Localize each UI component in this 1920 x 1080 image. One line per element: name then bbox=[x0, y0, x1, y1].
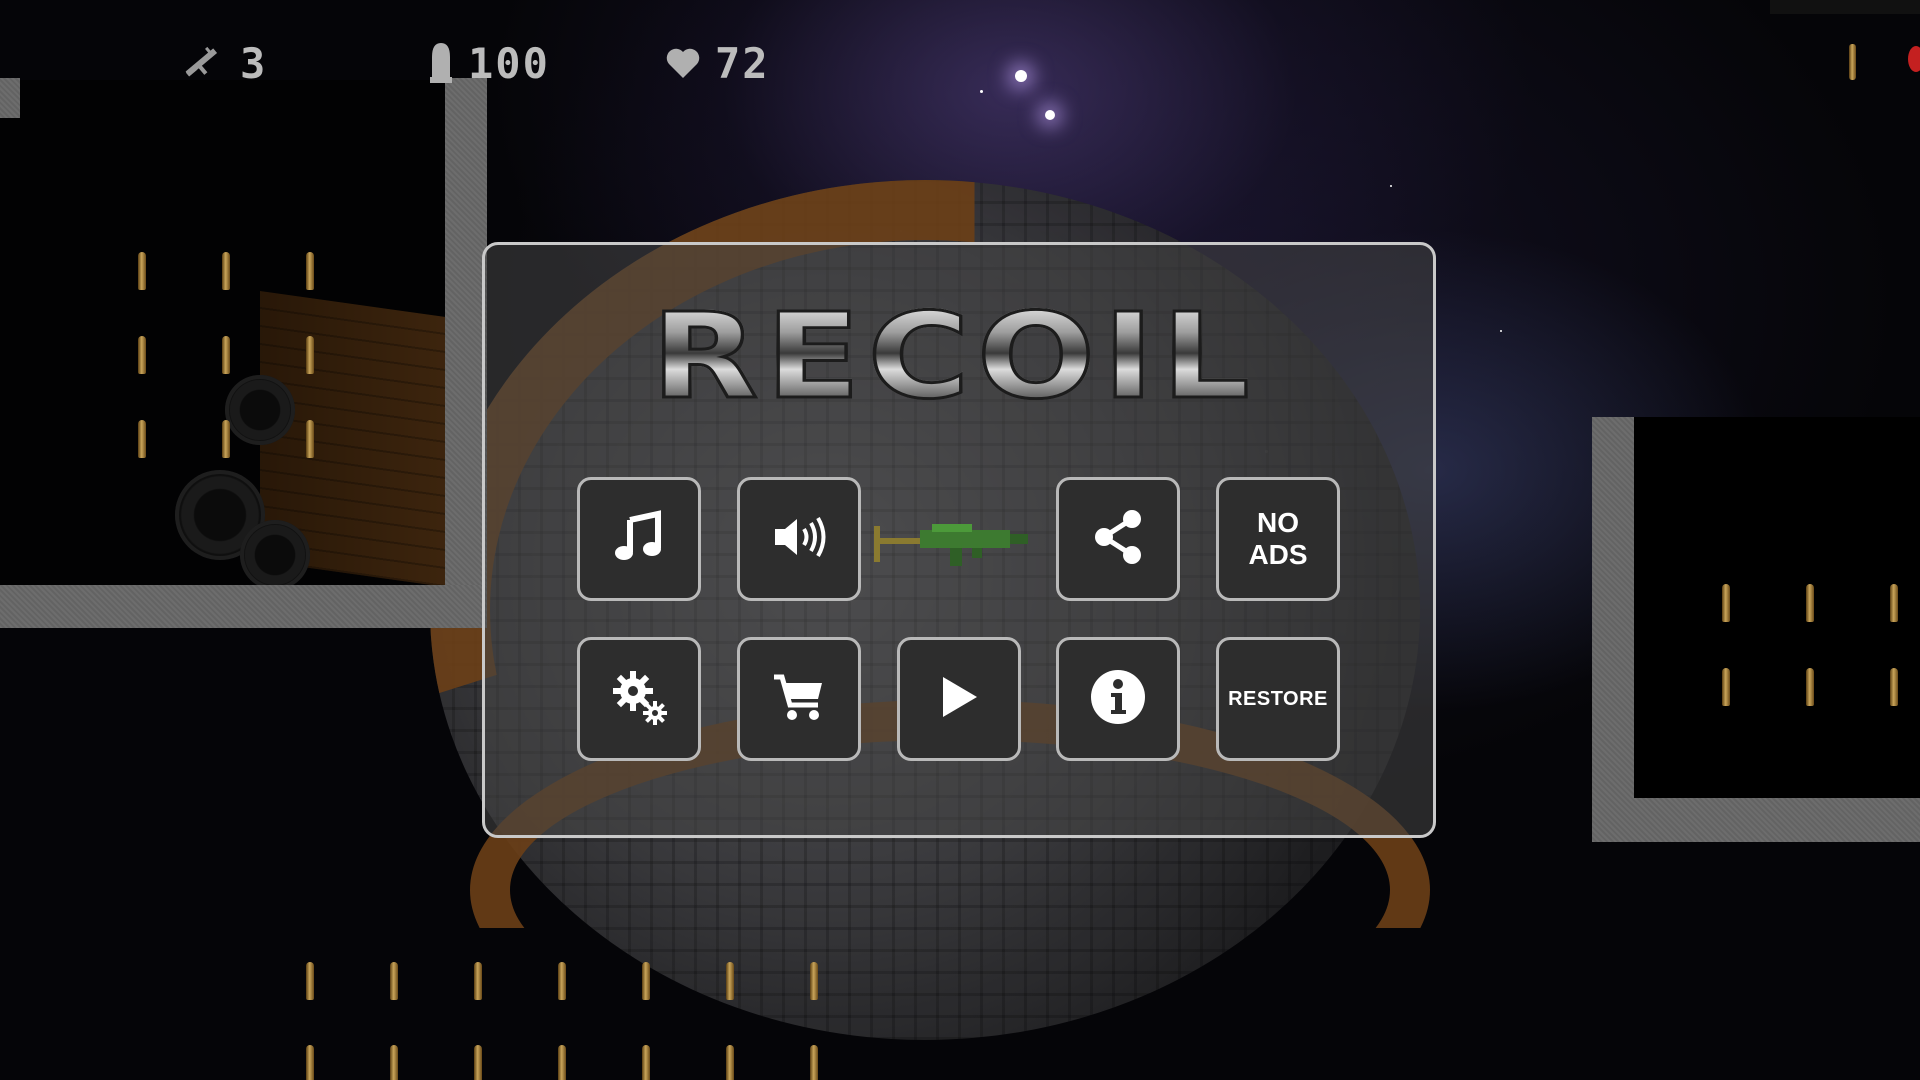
star bbox=[1500, 330, 1502, 332]
bullet-pickup bbox=[1890, 584, 1898, 622]
music-toggle-button[interactable] bbox=[577, 477, 701, 601]
wall-vertical-right bbox=[1592, 417, 1634, 842]
bullet-pickup bbox=[390, 962, 398, 1000]
bullet-pickup bbox=[222, 336, 230, 374]
bullet-pickup bbox=[1722, 668, 1730, 706]
wall-vertical-left bbox=[445, 78, 487, 628]
gears-icon bbox=[609, 667, 669, 731]
bullet-pickup bbox=[1806, 584, 1814, 622]
wall-top-right-stub bbox=[1770, 0, 1920, 14]
no-ads-button[interactable]: NO ADS bbox=[1216, 477, 1340, 601]
heart-icon bbox=[665, 46, 701, 80]
info-button[interactable] bbox=[1056, 637, 1180, 761]
bullet-pickup bbox=[642, 962, 650, 1000]
bullet-pickup bbox=[1849, 44, 1856, 80]
bullet-pickup bbox=[306, 962, 314, 1000]
wall-ledge-right bbox=[1592, 798, 1920, 842]
settings-button[interactable] bbox=[577, 637, 701, 761]
sound-toggle-button[interactable] bbox=[737, 477, 861, 601]
bullet-pickup bbox=[726, 962, 734, 1000]
bullet-pickup bbox=[306, 336, 314, 374]
star bbox=[1390, 185, 1392, 187]
cart-icon bbox=[772, 671, 826, 727]
bullet-pickup bbox=[558, 1045, 566, 1080]
bullet-pickup bbox=[390, 1045, 398, 1080]
enemy-marker bbox=[1908, 46, 1920, 72]
star bbox=[1015, 70, 1027, 82]
speaker-icon bbox=[771, 513, 827, 565]
ammo-count: 100 bbox=[468, 38, 550, 88]
bullet-pickup bbox=[138, 420, 146, 458]
hud-ammo: 100 bbox=[428, 38, 550, 88]
star bbox=[980, 90, 983, 93]
no-ads-line1: NO bbox=[1257, 507, 1299, 538]
play-icon bbox=[937, 673, 981, 725]
bullet-pickup bbox=[810, 962, 818, 1000]
bullet-pickup bbox=[474, 1045, 482, 1080]
music-note-icon bbox=[612, 510, 666, 568]
shop-button[interactable] bbox=[737, 637, 861, 761]
info-icon bbox=[1089, 668, 1147, 730]
health-count: 72 bbox=[715, 38, 770, 88]
bullet-pickup bbox=[810, 1045, 818, 1080]
share-icon bbox=[1092, 509, 1144, 569]
bullet-pickup bbox=[222, 252, 230, 290]
restore-label: RESTORE bbox=[1228, 687, 1328, 710]
hud-weapons: 3 bbox=[178, 38, 267, 88]
play-button[interactable] bbox=[897, 637, 1021, 761]
no-ads-label: NO ADS bbox=[1238, 507, 1318, 571]
bullet-pickup bbox=[558, 962, 566, 1000]
weapons-count: 3 bbox=[240, 38, 268, 88]
restore-purchases-button[interactable]: RESTORE bbox=[1216, 637, 1340, 761]
bullet-pickup bbox=[306, 1045, 314, 1080]
bullet-pickup bbox=[1722, 584, 1730, 622]
rifle-icon bbox=[178, 39, 226, 87]
bullet-pickup bbox=[306, 420, 314, 458]
share-button[interactable] bbox=[1056, 477, 1180, 601]
no-ads-line2: ADS bbox=[1248, 539, 1308, 570]
hud-health: 72 bbox=[665, 38, 770, 88]
bullet-pickup bbox=[474, 962, 482, 1000]
bullet-pickup bbox=[138, 252, 146, 290]
bullet-pickup bbox=[1890, 668, 1898, 706]
wall-ledge-left bbox=[0, 585, 487, 628]
star bbox=[1045, 110, 1055, 120]
bullet-pickup bbox=[1806, 668, 1814, 706]
game-logo: RECOIL bbox=[569, 285, 1338, 426]
bullet-pickup bbox=[138, 336, 146, 374]
left-dark-block bbox=[0, 80, 445, 585]
bullet-pickup bbox=[642, 1045, 650, 1080]
wall-top-left-stub bbox=[0, 78, 20, 118]
bullet-pickup bbox=[222, 420, 230, 458]
bullet-icon bbox=[428, 41, 454, 85]
bullet-pickup bbox=[726, 1045, 734, 1080]
right-dark-block bbox=[1634, 417, 1920, 837]
bullet-pickup bbox=[306, 252, 314, 290]
green-rifle-icon bbox=[872, 518, 1032, 570]
